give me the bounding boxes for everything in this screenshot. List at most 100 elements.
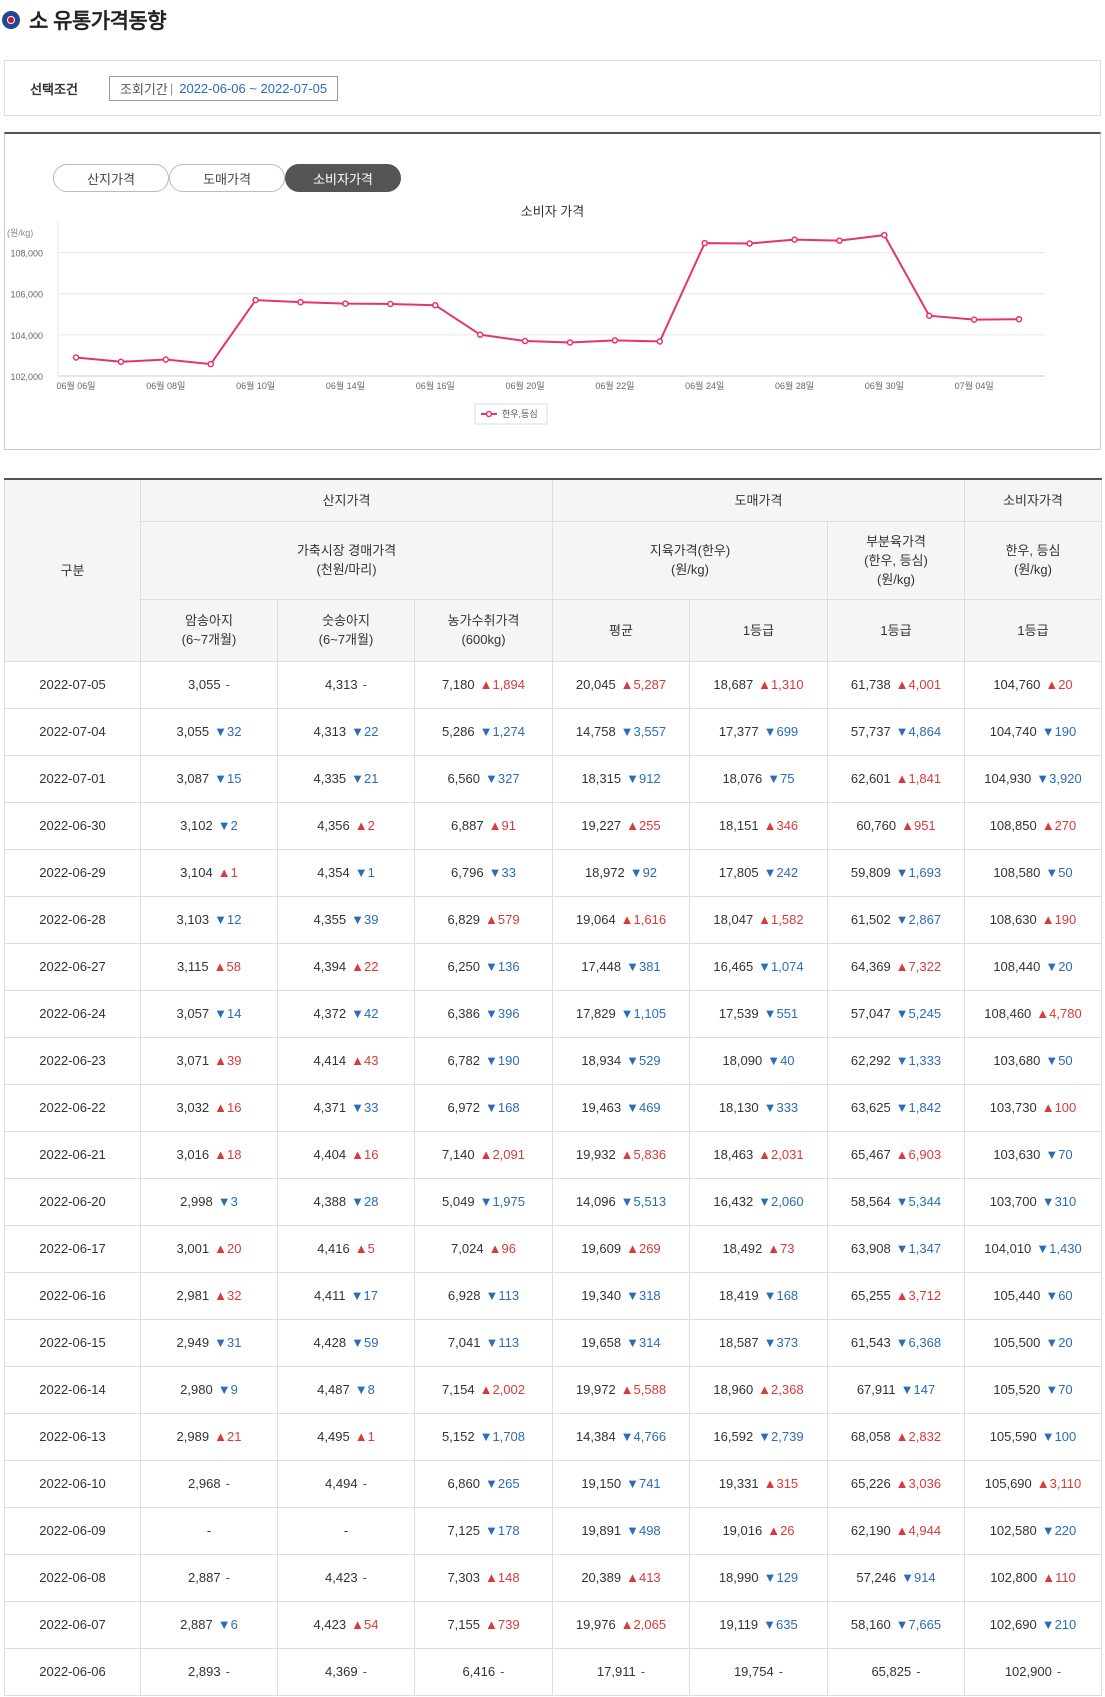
cell-value: 4,388	[313, 1194, 347, 1209]
table-cell: 64,369 ▲7,322	[827, 942, 965, 991]
change-down: ▼21	[351, 771, 378, 786]
change-down: ▼190	[485, 1053, 520, 1068]
down-arrow-icon: ▼	[895, 1617, 909, 1632]
cell-value: 4,494	[325, 1476, 358, 1491]
table-cell: 108,850 ▲270	[964, 801, 1102, 850]
change-amount: 26	[780, 1523, 795, 1538]
change-down: ▼129	[764, 1570, 799, 1585]
tab-sanji-price[interactable]: 산지가격	[53, 164, 169, 192]
change-amount: 315	[776, 1476, 799, 1491]
cell-value: 6,796	[451, 865, 484, 880]
table-cell: 4,423-	[277, 1553, 415, 1602]
cell-value: 7,140	[442, 1147, 475, 1162]
table-cell: 58,160 ▼7,665	[827, 1600, 965, 1649]
cell-value: 4,354	[317, 865, 350, 880]
change-amount: 265	[497, 1476, 520, 1491]
row-date: 2022-06-15	[4, 1318, 141, 1367]
cell-value: 105,590	[989, 1429, 1037, 1444]
down-arrow-icon: ▼	[895, 1053, 909, 1068]
change-down: ▼1	[355, 865, 375, 880]
change-amount: 310	[1054, 1194, 1077, 1209]
table-cell: 6,860 ▼265	[414, 1459, 553, 1508]
table-cell: 17,539 ▼551	[689, 989, 828, 1038]
cell-value: 3,104	[180, 865, 213, 880]
cell-value: 108,850	[989, 818, 1037, 833]
cell-value: 2,980	[180, 1382, 213, 1397]
up-arrow-icon: ▲	[620, 1617, 634, 1632]
up-arrow-icon: ▲	[895, 1147, 909, 1162]
change-down: ▼31	[214, 1335, 241, 1350]
cell-value: 4,313	[313, 724, 347, 739]
table-cell: 18,047 ▲1,582	[689, 895, 828, 944]
change-amount: 635	[775, 1617, 798, 1632]
change-down: ▼1,693	[896, 865, 941, 880]
up-arrow-icon: ▲	[1045, 677, 1059, 692]
row-date: 2022-07-04	[4, 707, 141, 756]
table-cell: 6,829 ▲579	[414, 895, 553, 944]
cell-value: 108,630	[989, 912, 1037, 927]
cell-value: 16,592	[713, 1429, 754, 1444]
page-title: 소 유통가격동향	[29, 10, 167, 33]
tab-sobija-price[interactable]: 소비자가격	[285, 164, 401, 192]
cell-value: 19,463	[581, 1100, 622, 1115]
period-field[interactable]: 조회기간 | 2022-06-06 ~ 2022-07-05	[109, 75, 339, 101]
change-amount: 3,920	[1049, 771, 1082, 786]
table-cell: 62,292 ▼1,333	[827, 1036, 965, 1085]
table-cell: 6,972 ▼168	[414, 1083, 553, 1132]
change-amount: 1,274	[492, 724, 525, 739]
table-cell: 62,190 ▲4,944	[827, 1506, 965, 1555]
down-arrow-icon: ▼	[484, 1100, 498, 1115]
table-cell: 18,419 ▼168	[689, 1271, 828, 1320]
cell-value: 3,001	[176, 1241, 210, 1256]
row-date: 2022-06-06	[4, 1647, 141, 1696]
up-arrow-icon: ▲	[620, 912, 634, 927]
change-up: ▲100	[1042, 1100, 1077, 1115]
cell-value: 19,331	[718, 1476, 759, 1491]
change-amount: 741	[638, 1476, 661, 1491]
search-condition-box: 선택조건 조회기간 | 2022-06-06 ~ 2022-07-05	[4, 60, 1101, 116]
table-cell: 4,369-	[277, 1647, 415, 1696]
down-arrow-icon: ▼	[895, 912, 909, 927]
table-cell: 19,064 ▲1,616	[552, 895, 690, 944]
change-amount: 96	[501, 1241, 516, 1256]
change-down: ▼17	[351, 1288, 378, 1303]
table-cell: 2,887 ▼6	[140, 1600, 278, 1649]
change-down: ▼210	[1042, 1617, 1077, 1632]
table-row: 2022-06-29 3,104 ▲1 4,354 ▼1 6,796 ▼33 18,972 ▼9…	[4, 848, 1102, 897]
table-cell: 4,335 ▼21	[277, 754, 415, 803]
change-down: ▼20	[1045, 959, 1072, 974]
change-amount: 1,310	[771, 677, 804, 692]
table-cell: 3,102 ▼2	[140, 801, 278, 850]
cell-value: 6,860	[447, 1476, 480, 1491]
cell-value: -	[343, 1523, 349, 1538]
row-date: 2022-06-20	[4, 1177, 141, 1226]
change-up: ▲1,582	[758, 912, 803, 927]
down-arrow-icon: ▼	[758, 1429, 772, 1444]
up-arrow-icon: ▲	[214, 1429, 227, 1444]
change-up: ▲2,368	[758, 1382, 803, 1397]
change-down: ▼242	[764, 865, 799, 880]
cell-value: 102,690	[989, 1617, 1037, 1632]
change-none: -	[226, 1476, 230, 1491]
change-amount: 3,712	[908, 1288, 942, 1303]
change-amount: 8	[367, 1382, 375, 1397]
cell-value: 4,416	[317, 1241, 350, 1256]
table-cell: 18,990 ▼129	[689, 1553, 828, 1602]
down-arrow-icon: ▼	[767, 1053, 781, 1068]
table-cell: 6,928 ▼113	[414, 1271, 553, 1320]
change-down: ▼1,274	[480, 724, 525, 739]
change-up: ▲4,780	[1036, 1006, 1081, 1021]
table-cell: 5,286 ▼1,274	[414, 707, 553, 756]
change-up: ▲1,310	[758, 677, 803, 692]
cell-value: 2,887	[188, 1570, 221, 1585]
change-down: ▼147	[901, 1382, 936, 1397]
change-amount: 39	[226, 1053, 242, 1068]
table-cell: 17,377 ▼699	[689, 707, 828, 756]
tab-domae-price[interactable]: 도매가격	[169, 164, 285, 192]
down-arrow-icon: ▼	[620, 1006, 634, 1021]
up-arrow-icon: ▲	[895, 1523, 909, 1538]
down-arrow-icon: ▼	[629, 865, 643, 880]
change-none: -	[363, 1476, 367, 1491]
change-up: ▲39	[214, 1053, 241, 1068]
cell-value: 18,492	[722, 1241, 763, 1256]
